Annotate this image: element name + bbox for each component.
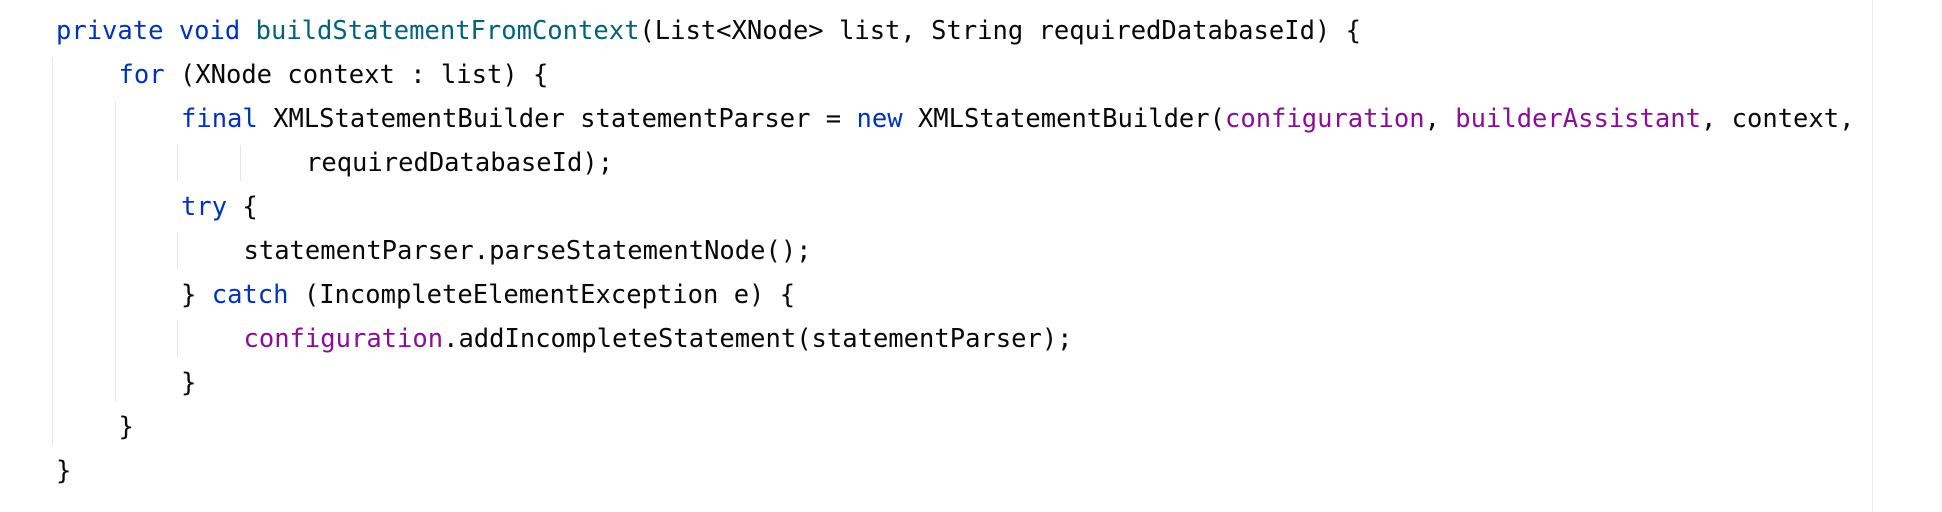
code-token-plain: (IncompleteElementException e) { xyxy=(288,280,796,310)
indent-guide-line xyxy=(52,57,53,445)
code-token-kw: private xyxy=(56,16,164,46)
code-token-kw: for xyxy=(118,60,165,90)
code-token-field: configuration xyxy=(243,324,444,354)
code-token-kw: try xyxy=(181,192,228,222)
code-token-plain: , context, xyxy=(1700,104,1855,134)
indent-guide-line xyxy=(177,233,178,269)
code-token-plain: } xyxy=(56,456,72,486)
code-line[interactable]: } xyxy=(119,405,134,449)
code-line[interactable]: configuration.addIncompleteStatement(sta… xyxy=(244,317,1073,361)
code-token-plain: } xyxy=(181,280,212,310)
code-token-plain: .addIncompleteStatement(statementParser)… xyxy=(443,324,1073,354)
code-token-kw: new xyxy=(856,104,903,134)
code-token-field: builderAssistant xyxy=(1455,104,1701,134)
code-token-kw: catch xyxy=(211,280,289,310)
code-line[interactable]: private void buildStatementFromContext(L… xyxy=(56,9,1361,53)
code-line[interactable]: requiredDatabaseId); xyxy=(306,141,613,185)
code-token-field: configuration xyxy=(1224,104,1425,134)
code-token-plain: statementParser.parseStatementNode(); xyxy=(243,236,812,266)
code-line[interactable]: } xyxy=(181,361,196,405)
code-token-plain: } xyxy=(118,412,134,442)
right-margin-guide xyxy=(1872,0,1873,512)
indent-guide-line xyxy=(177,321,178,357)
code-token-plain: XMLStatementBuilder( xyxy=(902,104,1225,134)
code-line[interactable]: } xyxy=(56,449,71,493)
code-line[interactable]: final XMLStatementBuilder statementParse… xyxy=(181,97,1854,141)
code-line[interactable]: try { xyxy=(181,185,258,229)
code-token-fn: buildStatementFromContext xyxy=(255,16,640,46)
code-token-plain: XMLStatementBuilder statementParser = xyxy=(257,104,857,134)
code-line[interactable]: } catch (IncompleteElementException e) { xyxy=(181,273,795,317)
code-editor[interactable]: private void buildStatementFromContext(L… xyxy=(0,0,1942,512)
indent-guide-line xyxy=(177,145,178,181)
indent-guide-line xyxy=(115,101,116,401)
code-line[interactable]: statementParser.parseStatementNode(); xyxy=(244,229,812,273)
code-line[interactable]: for (XNode context : list) { xyxy=(119,53,549,97)
code-token-plain: (List<XNode> list, String requiredDataba… xyxy=(639,16,1361,46)
code-token-plain: { xyxy=(227,192,258,222)
code-token-plain: , xyxy=(1424,104,1456,134)
code-token-plain: (XNode context : list) { xyxy=(164,60,549,90)
code-token-kw: final xyxy=(181,104,258,134)
code-token-plain: requiredDatabaseId); xyxy=(306,148,614,178)
code-token-kw: void xyxy=(178,16,241,46)
indent-guide-line xyxy=(240,145,241,181)
code-token-plain: } xyxy=(181,368,197,398)
